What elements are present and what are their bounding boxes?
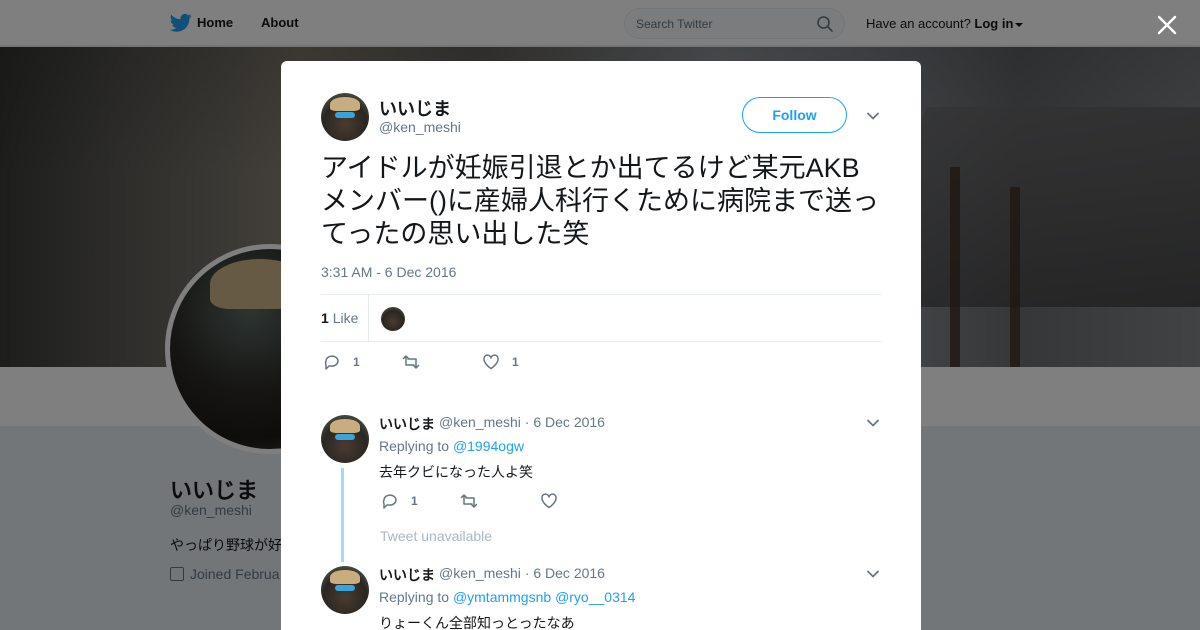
follow-button[interactable]: Follow bbox=[742, 97, 847, 133]
reply-button[interactable]: 1 bbox=[323, 353, 360, 371]
reply-icon bbox=[324, 355, 339, 370]
heart-icon bbox=[483, 354, 499, 370]
reply-text: りょーくん全部知っとったなあ bbox=[379, 615, 575, 630]
tweet-modal: いいじま @ken_meshi Follow アイドルが妊娠引退とか出てるけど某… bbox=[281, 61, 921, 630]
reply-meta[interactable]: @ken_meshi · 6 Dec 2016 bbox=[439, 565, 605, 581]
tweet-stats: 1 Like bbox=[321, 294, 881, 342]
heart-icon bbox=[541, 493, 557, 509]
thread-line bbox=[341, 468, 344, 562]
reply-button[interactable]: 1 bbox=[381, 492, 418, 510]
stats-divider bbox=[368, 295, 369, 341]
author-handle[interactable]: @ken_meshi bbox=[379, 119, 461, 135]
likes-count: 1 bbox=[321, 310, 329, 326]
reply-text: 去年クビになった人よ笑 bbox=[379, 464, 533, 480]
replying-to: Replying to @ymtammgsnb @ryo__0314 bbox=[379, 589, 635, 605]
reply-author-avatar[interactable] bbox=[321, 415, 369, 463]
reply-icon bbox=[382, 494, 397, 509]
retweet-button[interactable] bbox=[460, 492, 490, 510]
mention-link[interactable]: @ryo__0314 bbox=[555, 589, 635, 605]
replying-prefix: Replying to bbox=[379, 589, 450, 605]
reply-count: 1 bbox=[411, 494, 418, 508]
tweet-timestamp[interactable]: 3:31 AM - 6 Dec 2016 bbox=[321, 264, 456, 280]
retweet-icon bbox=[402, 355, 420, 369]
replying-prefix: Replying to bbox=[379, 438, 450, 454]
reply-count: 1 bbox=[353, 355, 360, 369]
like-button[interactable] bbox=[540, 492, 570, 510]
author-avatar[interactable] bbox=[321, 93, 369, 141]
retweet-button[interactable] bbox=[402, 353, 432, 371]
liker-avatar[interactable] bbox=[381, 307, 405, 331]
likes-label: Like bbox=[332, 310, 359, 326]
reply-author-name[interactable]: いいじま bbox=[379, 565, 435, 585]
reply-meta[interactable]: @ken_meshi · 6 Dec 2016 bbox=[439, 414, 605, 430]
tweet-unavailable: Tweet unavailable bbox=[380, 528, 493, 544]
chevron-down-icon[interactable] bbox=[866, 567, 880, 581]
mention-link[interactable]: @1994ogw bbox=[453, 438, 524, 454]
likes-stat[interactable]: 1 Like bbox=[321, 310, 358, 326]
close-icon[interactable] bbox=[1154, 12, 1180, 38]
chevron-down-icon[interactable] bbox=[866, 416, 880, 430]
tweet-text: アイドルが妊娠引退とか出てるけど某元AKBメンバー()に産婦人科行くために病院ま… bbox=[321, 153, 879, 249]
replying-to: Replying to @1994ogw bbox=[379, 438, 524, 454]
reply-author-avatar[interactable] bbox=[321, 566, 369, 614]
mention-link[interactable]: @ymtammgsnb bbox=[453, 589, 551, 605]
reply-author-name[interactable]: いいじま bbox=[379, 414, 435, 434]
like-count: 1 bbox=[512, 355, 519, 369]
retweet-icon bbox=[460, 494, 478, 508]
like-button[interactable]: 1 bbox=[482, 353, 519, 371]
chevron-down-icon[interactable] bbox=[866, 109, 880, 123]
author-name[interactable]: いいじま bbox=[379, 95, 451, 121]
